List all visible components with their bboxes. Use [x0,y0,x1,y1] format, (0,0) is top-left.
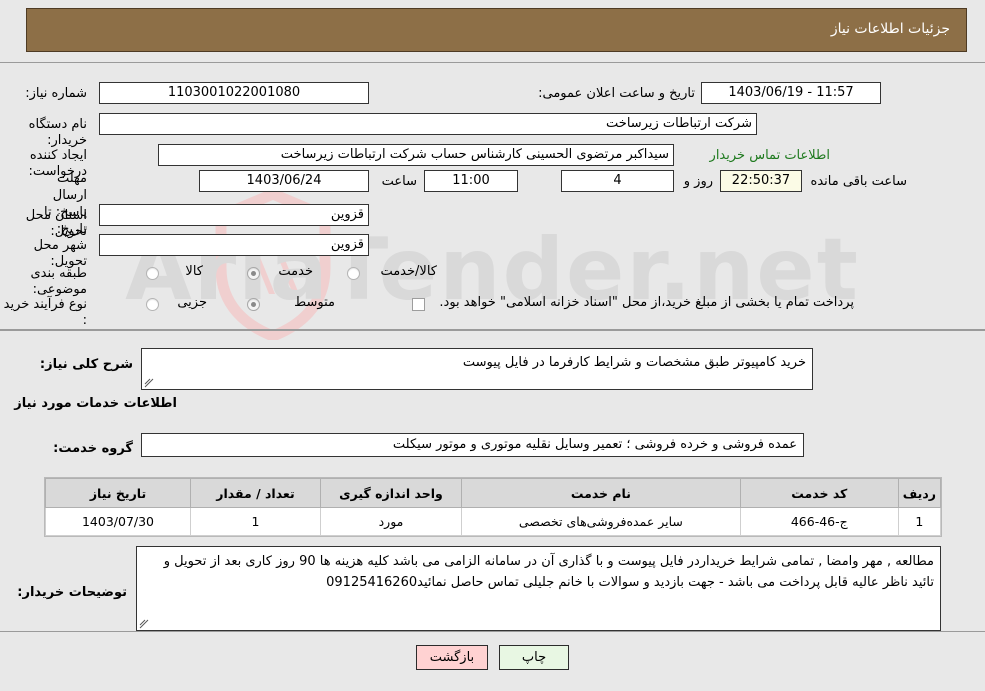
page-root: AriaTender.net جزئیات اطلاعات نیاز شماره… [0,0,985,691]
radio-category-kala-khedmat[interactable] [347,267,360,280]
need-info-form: شماره نیاز: 1103001022001080 تاریخ و ساع… [0,70,985,328]
announce-datetime-label: تاریخ و ساعت اعلان عمومی: [538,86,695,101]
service-group-value: عمده فروشی و خرده فروشی ؛ تعمیر وسایل نق… [141,433,804,457]
services-table: ردیف کد خدمت نام خدمت واحد اندازه گیری ت… [45,478,942,536]
buyer-notes-textarea[interactable]: مطالعه , مهر وامضا , تمامی شرایط خریدارد… [136,546,941,631]
remaining-time-label: ساعت باقی مانده [810,174,907,189]
need-number-value: 1103001022001080 [99,82,369,104]
remaining-days-label: روز و [683,174,713,189]
col-qty: تعداد / مقدار [190,478,321,508]
deadline-hour-value: 11:00 [424,170,518,192]
radio-category-kala[interactable] [146,267,159,280]
need-desc-textarea[interactable]: خرید کامپیوتر طبق مشخصات و شرایط کارفرما… [141,348,813,390]
radio-category-khedmat[interactable] [247,267,260,280]
deadline-date-value: 1403/06/24 [199,170,369,192]
radio-label-kala: کالا [185,264,203,279]
category-label: طبقه بندی موضوعی: [30,266,88,297]
process-label: نوع فرآیند خرید : [3,297,87,328]
buyer-contact-link[interactable]: اطلاعات تماس خریدار [710,148,830,163]
page-header: جزئیات اطلاعات نیاز [26,8,967,52]
table-header-row: ردیف کد خدمت نام خدمت واحد اندازه گیری ت… [45,478,942,508]
radio-label-jozei: جزیی [177,295,207,310]
treasury-note-text: پرداخت تمام یا بخشی از مبلغ خرید،از محل … [439,295,854,310]
buyer-org-label: نام دستگاه خریدار: [28,117,87,148]
table-row: 1 ج-46-466 سایر عمده‌فروشی‌های تخصصی مور… [45,507,942,536]
back-button[interactable]: بازگشت [415,645,488,670]
col-unit: واحد اندازه گیری [320,478,462,508]
radio-label-motavaset: متوسط [294,295,335,310]
city-value: قزوین [99,234,369,256]
cell-code: ج-46-466 [739,507,899,536]
checkbox-treasury-note[interactable] [412,298,425,311]
radio-process-motavaset[interactable] [247,298,260,311]
services-section-title: اطلاعات خدمات مورد نیاز [14,396,177,411]
need-desc-label: شرح کلی نیاز: [39,357,133,372]
need-number-label: شماره نیاز: [25,86,87,101]
buyer-org-value: شرکت ارتباطات زیرساخت [99,113,757,135]
resize-grip-icon[interactable] [139,619,149,629]
col-radif: ردیف [897,478,942,508]
radio-label-kala-khedmat: کالا/خدمت [380,264,437,279]
remaining-days-value: 4 [561,170,674,192]
cell-need-date: 1403/07/30 [45,507,191,536]
announce-datetime-value: 11:57 - 1403/06/19 [701,82,881,104]
requester-value: سیداکبر مرتضوی الحسینی کارشناس حساب شرکت… [158,144,674,166]
buyer-notes-label: توضیحات خریدار: [17,585,127,600]
need-desc-value: خرید کامپیوتر طبق مشخصات و شرایط کارفرما… [462,355,806,370]
cell-unit: مورد [320,507,462,536]
cell-qty: 1 [190,507,321,536]
button-bar: بازگشت چاپ [0,645,985,670]
resize-grip-icon[interactable] [144,378,154,388]
page-title: جزئیات اطلاعات نیاز [830,21,950,37]
province-value: قزوین [99,204,369,226]
print-button[interactable]: چاپ [499,645,570,670]
buyer-notes-value: مطالعه , مهر وامضا , تمامی شرایط خریدارد… [163,554,934,590]
radio-process-jozei[interactable] [146,298,159,311]
deadline-hour-label: ساعت [381,174,417,189]
services-table-wrapper: ردیف کد خدمت نام خدمت واحد اندازه گیری ت… [44,477,942,537]
cell-name: سایر عمده‌فروشی‌های تخصصی [461,507,741,536]
col-name: نام خدمت [461,478,741,508]
service-group-label: گروه خدمت: [53,441,133,456]
remaining-time-value: 22:50:37 [720,170,802,192]
radio-label-khedmat: خدمت [278,264,313,279]
col-need-date: تاریخ نیاز [45,478,191,508]
cell-radif: 1 [897,507,942,536]
province-label: استان محل تحویل: [25,208,87,239]
col-code: کد خدمت [739,478,899,508]
